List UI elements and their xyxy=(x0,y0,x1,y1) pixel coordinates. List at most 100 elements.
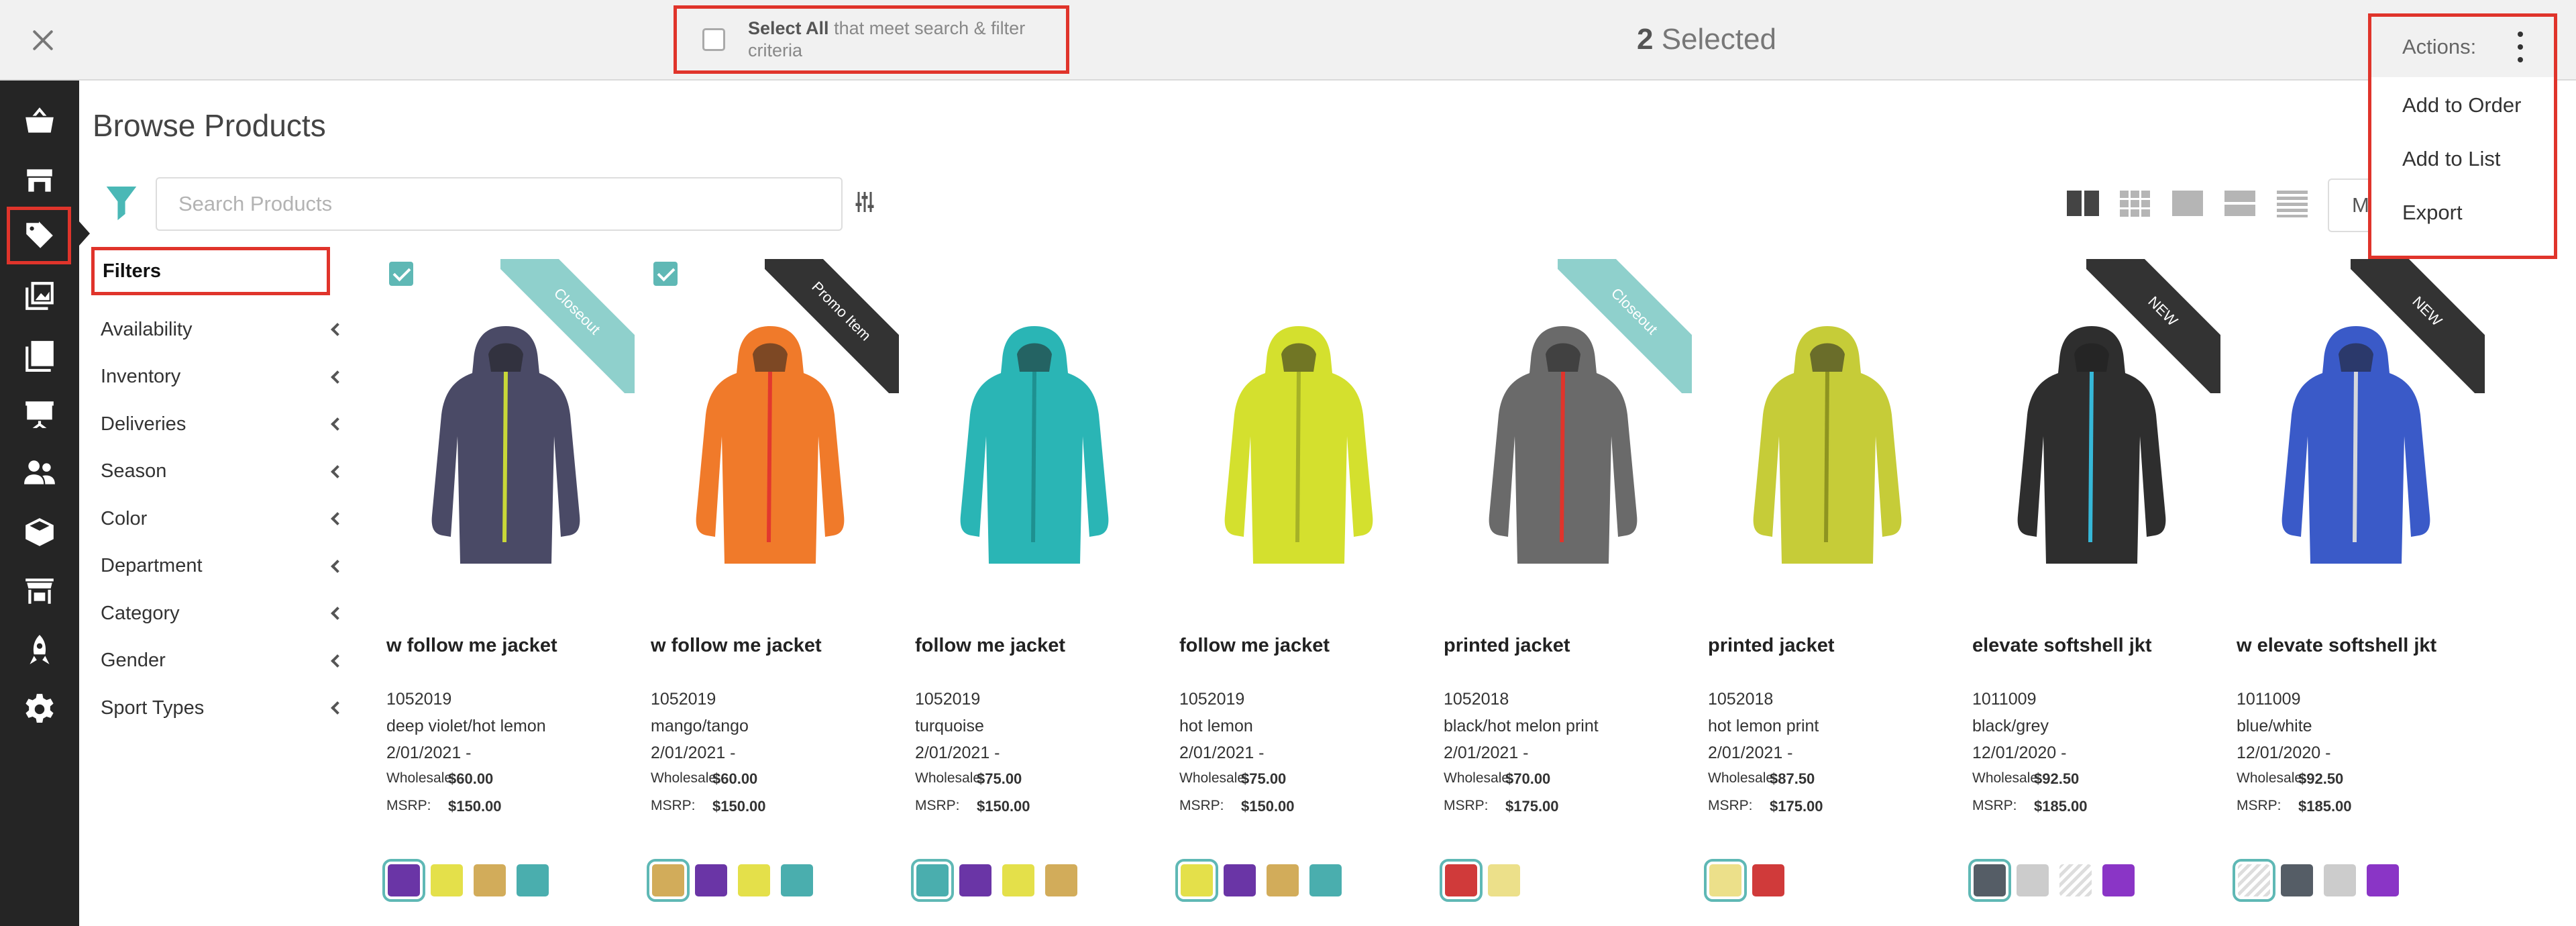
product-checkbox-checked[interactable] xyxy=(389,262,413,286)
product-image[interactable] xyxy=(1476,314,1650,569)
tag-icon[interactable] xyxy=(7,207,71,264)
color-swatch[interactable] xyxy=(517,864,549,896)
menu-item-export[interactable]: Export xyxy=(2371,186,2554,240)
color-swatch[interactable] xyxy=(2102,864,2135,896)
product-checkbox-checked[interactable] xyxy=(653,262,678,286)
filter-deliveries[interactable]: Deliveries xyxy=(101,401,346,448)
catalog-icon[interactable] xyxy=(16,331,63,378)
color-swatch[interactable] xyxy=(959,864,991,896)
gear-icon[interactable] xyxy=(16,686,63,733)
product-name[interactable]: w follow me jacket xyxy=(651,635,822,657)
filter-availability[interactable]: Availability xyxy=(101,306,346,354)
product-name[interactable]: printed jacket xyxy=(1708,635,1835,657)
presentation-icon[interactable] xyxy=(16,391,63,438)
shop-stand-icon[interactable] xyxy=(16,568,63,615)
color-swatch[interactable] xyxy=(1045,864,1077,896)
filter-gender[interactable]: Gender xyxy=(101,637,346,685)
filters-heading: Filters xyxy=(91,247,330,295)
rocket-icon[interactable] xyxy=(16,627,63,674)
product-delivery-date: 2/01/2021 - xyxy=(1179,743,1265,762)
color-swatch[interactable] xyxy=(1704,859,1747,902)
color-swatch[interactable] xyxy=(781,864,813,896)
color-swatch[interactable] xyxy=(2059,864,2092,896)
color-swatch[interactable] xyxy=(474,864,506,896)
filter-color[interactable]: Color xyxy=(101,495,346,543)
color-swatch[interactable] xyxy=(2324,864,2356,896)
product-image[interactable] xyxy=(1212,314,1386,569)
color-swatch[interactable] xyxy=(382,859,425,902)
color-swatch[interactable] xyxy=(1309,864,1342,896)
color-swatch[interactable] xyxy=(1752,864,1784,896)
filter-inventory[interactable]: Inventory xyxy=(101,354,346,401)
tune-icon[interactable] xyxy=(855,191,875,213)
basket-icon[interactable] xyxy=(16,98,63,145)
product-image[interactable] xyxy=(2269,314,2443,569)
msrp-price-value: $150.00 xyxy=(977,798,1030,815)
filter-department[interactable]: Department xyxy=(101,543,346,590)
product-image[interactable] xyxy=(2004,314,2179,569)
users-icon[interactable] xyxy=(16,450,63,497)
filter-icon[interactable] xyxy=(106,187,137,221)
color-swatch[interactable] xyxy=(1968,859,2011,902)
list-view-icon[interactable] xyxy=(2275,189,2309,217)
product-name[interactable]: elevate softshell jkt xyxy=(1972,635,2152,657)
product-name[interactable]: w elevate softshell jkt xyxy=(2237,635,2436,657)
active-indicator xyxy=(79,221,90,246)
color-swatch[interactable] xyxy=(1224,864,1256,896)
menu-item-add-to-order[interactable]: Add to Order xyxy=(2371,79,2554,132)
color-swatch[interactable] xyxy=(1002,864,1034,896)
product-card[interactable]: follow me jacket 1052019 hot lemon 2/01/202… xyxy=(1175,247,1428,926)
msrp-price-label: MSRP: xyxy=(1708,798,1753,813)
product-card[interactable]: NEW elevate softshell jkt 1011009 black/gre… xyxy=(1968,247,2220,926)
color-swatch[interactable] xyxy=(1267,864,1299,896)
product-card[interactable]: Closeout w follow me jacket 1052019 deep vi… xyxy=(382,247,635,926)
filter-sport-types[interactable]: Sport Types xyxy=(101,684,346,732)
color-swatch[interactable] xyxy=(2017,864,2049,896)
product-image[interactable] xyxy=(683,314,857,569)
product-card[interactable]: Promo Item w follow me jacket 1052019 mango… xyxy=(647,247,899,926)
actions-menu: Actions: Add to Order Add to List Export xyxy=(2368,13,2557,259)
product-name[interactable]: follow me jacket xyxy=(1179,635,1330,657)
menu-item-add-to-list[interactable]: Add to List xyxy=(2371,132,2554,186)
color-swatch[interactable] xyxy=(647,859,690,902)
color-swatch[interactable] xyxy=(2367,864,2399,896)
product-image[interactable] xyxy=(1740,314,1915,569)
row-view-icon[interactable] xyxy=(2223,189,2257,217)
wholesale-price-label: Wholesale: xyxy=(386,770,456,786)
grid-view-icon[interactable] xyxy=(2118,189,2152,217)
product-name[interactable]: w follow me jacket xyxy=(386,635,557,657)
product-image[interactable] xyxy=(419,314,593,569)
product-card[interactable]: Closeout printed jacket 1052018 black/hot m… xyxy=(1440,247,1692,926)
filter-label: Gender xyxy=(101,650,166,672)
select-all-control[interactable]: Select All that meet search & filter cri… xyxy=(674,5,1069,74)
gallery-icon[interactable] xyxy=(16,272,63,319)
store-icon[interactable] xyxy=(16,157,63,204)
more-vertical-icon[interactable] xyxy=(2518,32,2524,62)
color-swatch[interactable] xyxy=(738,864,770,896)
filter-season[interactable]: Season xyxy=(101,448,346,496)
wholesale-price-label: Wholesale: xyxy=(651,770,720,786)
product-card[interactable]: printed jacket 1052018 hot lemon print 2/01… xyxy=(1704,247,1956,926)
wholesale-price-label: Wholesale: xyxy=(915,770,985,786)
product-image[interactable] xyxy=(947,314,1122,569)
filter-category[interactable]: Category xyxy=(101,590,346,637)
select-all-checkbox[interactable] xyxy=(702,28,725,51)
two-column-view-icon[interactable] xyxy=(2066,189,2100,217)
color-swatch[interactable] xyxy=(1488,864,1520,896)
color-swatch[interactable] xyxy=(2281,864,2313,896)
actions-header[interactable]: Actions: xyxy=(2371,17,2554,77)
color-swatch[interactable] xyxy=(1440,859,1483,902)
product-name[interactable]: follow me jacket xyxy=(915,635,1065,657)
color-swatch[interactable] xyxy=(911,859,954,902)
large-view-icon[interactable] xyxy=(2171,189,2204,217)
product-card[interactable]: follow me jacket 1052019 turquoise 2/01/202… xyxy=(911,247,1163,926)
search-input[interactable] xyxy=(156,177,843,231)
color-swatch[interactable] xyxy=(431,864,463,896)
color-swatch[interactable] xyxy=(695,864,727,896)
color-swatch[interactable] xyxy=(1175,859,1218,902)
product-card[interactable]: NEW w elevate softshell jkt 1011009 blue/wh… xyxy=(2233,247,2485,926)
close-icon[interactable] xyxy=(27,24,59,56)
color-swatch[interactable] xyxy=(2233,859,2275,902)
product-name[interactable]: printed jacket xyxy=(1444,635,1570,657)
boxes-icon[interactable] xyxy=(16,509,63,556)
